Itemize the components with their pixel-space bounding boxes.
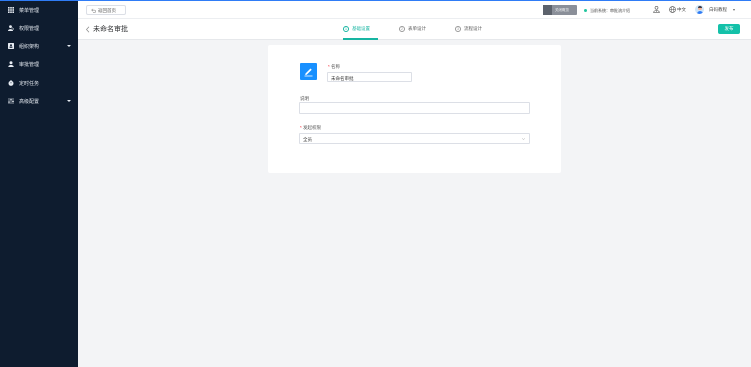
sidebar-item-label: 菜单管理 xyxy=(19,8,40,14)
user-name[interactable]: 白码教程 xyxy=(709,7,727,12)
chevron-down-icon xyxy=(67,100,71,102)
back-home-button[interactable]: 返回首页 xyxy=(86,5,126,15)
initiator-select-value: 全员 xyxy=(303,136,312,142)
editor-header: 未命名审批 1 基础设置 2 表单设计 3 流程设计 发布 xyxy=(78,19,751,40)
user-tie-icon[interactable] xyxy=(653,6,660,13)
sidebar-item-label: 组织架构 xyxy=(19,44,40,50)
name-label: 名称 xyxy=(331,64,341,69)
caret-down-icon[interactable] xyxy=(733,9,735,11)
back-chevron-icon[interactable] xyxy=(85,26,91,33)
sidebar-item-approval-management[interactable]: 审批管理 xyxy=(0,56,78,74)
top-accent-line xyxy=(0,0,751,1)
sidebar: 菜单管理 权限管理 组织架构 审批管理 定时任务 高级配置 xyxy=(0,0,78,367)
required-mark: * xyxy=(328,64,330,69)
chevron-down-icon xyxy=(67,45,71,47)
chevron-down-icon xyxy=(522,137,525,140)
sidebar-item-label: 定时任务 xyxy=(19,81,40,87)
avatar[interactable] xyxy=(695,5,704,14)
initiator-label: 发起权限 xyxy=(303,125,322,130)
step-number: 2 xyxy=(399,26,405,32)
publish-button[interactable]: 发布 xyxy=(718,24,740,34)
advanced-config-icon xyxy=(8,98,14,104)
top-bar: 返回首页 关闭概览 当前系统：审批流介绍 中文 白码教程 xyxy=(78,1,751,19)
basic-settings-card: * 名称 未命名审批 说明 * 发起权限 全员 xyxy=(268,45,561,173)
page-title: 未命名审批 xyxy=(93,26,128,33)
step-number: 3 xyxy=(455,26,461,32)
sidebar-item-org-structure[interactable]: 组织架构 xyxy=(0,38,78,56)
initiator-select[interactable]: 全员 xyxy=(299,133,530,144)
status-dot-icon xyxy=(584,9,587,12)
sidebar-item-advanced-config[interactable]: 高级配置 xyxy=(0,93,78,111)
description-input[interactable] xyxy=(299,102,530,114)
org-chart-icon xyxy=(8,43,14,49)
sidebar-item-menu-management[interactable]: 菜单管理 xyxy=(0,2,78,20)
sidebar-item-label: 审批管理 xyxy=(19,62,40,68)
mode-toggle-badge[interactable]: 关闭概览 xyxy=(543,5,577,15)
name-label-row: * 名称 xyxy=(328,64,340,69)
sidebar-item-label: 高级配置 xyxy=(19,99,40,105)
toggle-knob xyxy=(543,5,552,15)
description-label: 说明 xyxy=(300,96,309,101)
globe-icon[interactable] xyxy=(669,6,676,13)
approval-icon[interactable] xyxy=(300,63,317,80)
initiator-label-row: * 发起权限 xyxy=(300,125,321,130)
required-mark: * xyxy=(300,125,302,130)
user-permission-icon xyxy=(8,25,14,31)
step-label: 基础设置 xyxy=(352,26,370,31)
step-label: 表单设计 xyxy=(408,26,426,31)
step-label: 流程设计 xyxy=(464,26,482,31)
approver-icon xyxy=(8,61,14,67)
back-home-label: 返回首页 xyxy=(98,8,116,13)
sidebar-item-label: 权限管理 xyxy=(19,26,40,32)
timer-icon xyxy=(8,80,14,86)
grid-icon xyxy=(8,7,14,13)
edit-pen-icon xyxy=(304,68,313,77)
current-system-label: 当前系统：审批流介绍 xyxy=(590,8,630,13)
mode-badge-label: 关闭概览 xyxy=(555,8,569,12)
step-number: 1 xyxy=(343,26,349,32)
sidebar-item-permission-management[interactable]: 权限管理 xyxy=(0,20,78,38)
return-arrow-icon xyxy=(91,8,96,13)
name-input-value: 未命名审批 xyxy=(331,75,354,81)
language-label[interactable]: 中文 xyxy=(677,7,686,12)
sidebar-item-scheduled-tasks[interactable]: 定时任务 xyxy=(0,75,78,93)
name-input[interactable]: 未命名审批 xyxy=(327,72,412,82)
